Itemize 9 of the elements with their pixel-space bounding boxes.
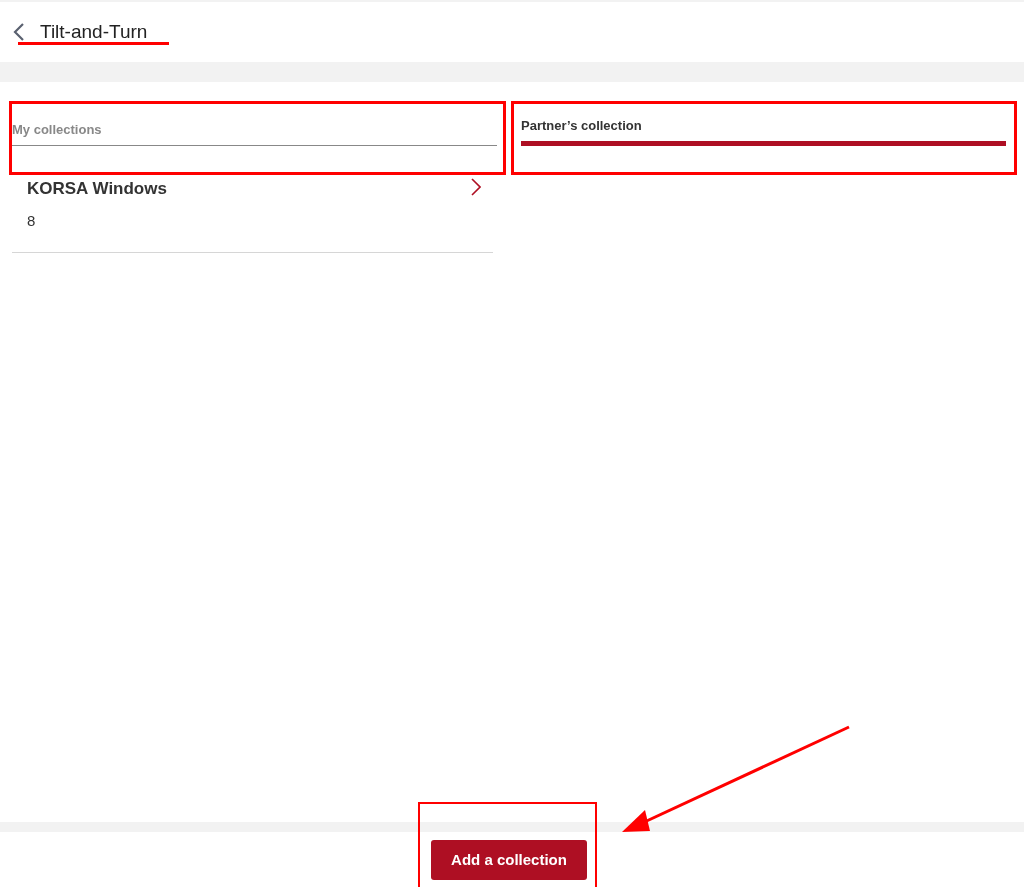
collection-count: 8	[27, 210, 37, 231]
page-title: Tilt-and-Turn	[40, 22, 148, 42]
add-collection-button[interactable]: Add a collection	[431, 840, 587, 880]
tab[interactable]: My collections	[12, 104, 497, 146]
back-icon	[13, 22, 25, 42]
collection-item[interactable]: KORSA Windows 8	[12, 176, 493, 253]
chevron-right-icon	[471, 178, 481, 196]
collection-name: KORSA Windows	[27, 178, 167, 200]
tab[interactable]: Partner’s collection	[521, 104, 1006, 146]
